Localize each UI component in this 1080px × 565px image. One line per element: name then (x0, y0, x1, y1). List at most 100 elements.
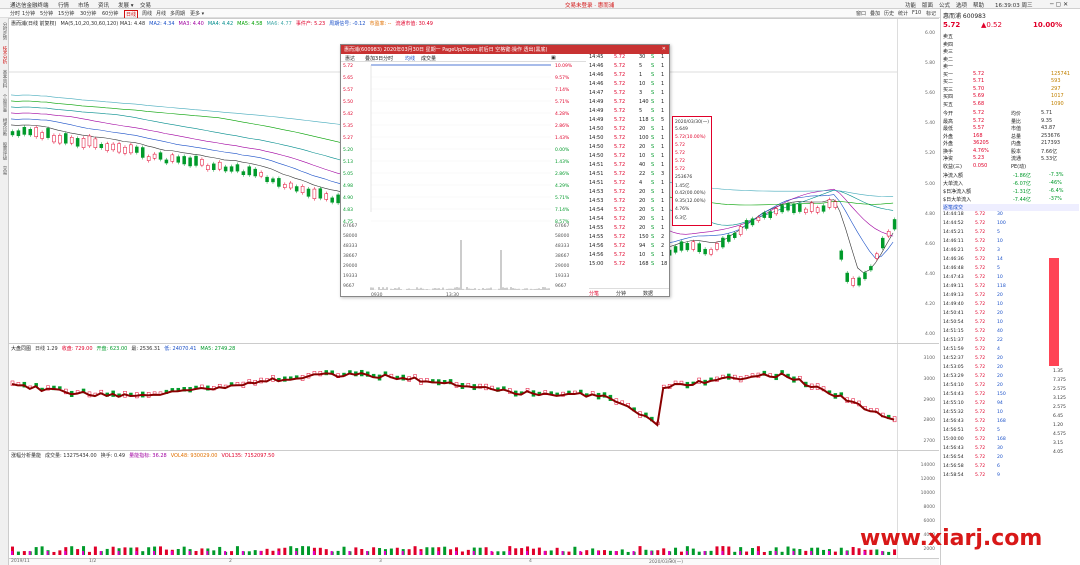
volume-bar (709, 550, 713, 555)
popup-pct-tick: 4.28% (555, 111, 570, 117)
popup-tab-stock[interactable]: 惠达 (345, 55, 355, 62)
tab-rating[interactable]: 股票评级 (1, 142, 7, 160)
menu-news[interactable]: 资讯 (98, 1, 109, 9)
volume-bar (58, 550, 62, 555)
menu-quotes[interactable]: 行情 (58, 1, 69, 9)
candle (129, 144, 133, 154)
info-line: 0.42(00.00%) (675, 191, 706, 196)
candle (792, 204, 796, 214)
popup-price-tick: 5.05 (343, 171, 353, 177)
volume-panel[interactable]: 涨幅分析量能 成交量: 13275434.00 换手: 0.49 量能指标: 36.2… (9, 450, 939, 558)
candle (212, 163, 216, 171)
popup-price-tick: 5.35 (343, 123, 353, 129)
volume-bar (585, 550, 589, 555)
tab-technical[interactable]: 技术分析 (1, 46, 7, 64)
intraday-popup[interactable]: 惠而浦(600983) 2020年03月30日 星期一 PageUp/Down:… (340, 44, 670, 298)
turnover-bar (82, 551, 85, 555)
tick-row: 14:51 5.72 40 S 1 (589, 162, 669, 170)
tool-stats[interactable]: 统计 (898, 10, 908, 17)
bottom-tab[interactable]: 数据 (643, 290, 653, 297)
period-intraday[interactable]: 分时 (10, 10, 20, 17)
period-monthly[interactable]: 月线 (156, 10, 166, 17)
window-controls-icon[interactable]: ─ ▢ ✕ (1050, 1, 1068, 8)
period-30min[interactable]: 30分钟 (80, 10, 96, 17)
tick-cell: 14:51 (589, 180, 604, 186)
tab-trade[interactable]: 交易 (1, 166, 7, 175)
volume-bar (822, 549, 826, 555)
tick-cell: 1 (661, 225, 665, 231)
tool-history[interactable]: 历史 (884, 10, 894, 17)
volume-bar (342, 546, 346, 555)
tick-cell: 14:55 (589, 225, 604, 231)
settings-icon[interactable]: ▣ (551, 55, 556, 61)
candle (330, 197, 334, 203)
menu-trade[interactable]: 交易 (140, 1, 151, 9)
tick-cell: 4 (639, 180, 643, 186)
tool-window[interactable]: 窗口 (856, 10, 866, 17)
tab-capital[interactable]: 个股资金 (1, 94, 7, 112)
volume-bar (123, 547, 127, 555)
menu-help[interactable]: 帮助 (973, 1, 984, 9)
menu-center-status: 交易未登录 · 惠而浦 (565, 3, 615, 9)
index-chart[interactable] (9, 352, 897, 451)
side-number: 1.35 (1053, 369, 1064, 374)
tab-diagnosis[interactable]: 相关诊断 (1, 118, 7, 136)
candle (28, 129, 33, 136)
volume-bar (389, 548, 393, 555)
period-5min[interactable]: 5分钟 (40, 10, 53, 17)
turnover-bar (28, 551, 31, 555)
buy-strength-bar (1049, 258, 1059, 366)
volume-bar (147, 547, 151, 555)
volume-bar (537, 547, 541, 555)
period-1min[interactable]: 1分钟 (22, 10, 35, 17)
volume-bar (354, 547, 358, 555)
tab-intraday[interactable]: 分时走势 (1, 22, 7, 40)
tick-cell: S (651, 117, 655, 123)
candle (821, 205, 826, 212)
popup-pct-tick: 1.43% (555, 135, 570, 141)
volume-chart[interactable] (9, 459, 897, 559)
menu-layout[interactable]: 版面 (922, 1, 933, 9)
tick-cell: 1 (661, 207, 665, 213)
close-icon[interactable]: ✕ (662, 46, 666, 52)
info-line: 5.72 (675, 159, 686, 164)
tab-fundamentals[interactable]: 基本资料 (1, 70, 7, 88)
tool-f10[interactable]: F10 (912, 10, 921, 16)
popup-tab-overlay3[interactable]: 叠加3日分时 (365, 55, 393, 62)
popup-tab-volume[interactable]: 成交量 (421, 55, 436, 62)
volume-bar (164, 549, 168, 555)
turnover-bar (614, 551, 617, 555)
period-weekly[interactable]: 周线 (142, 10, 152, 17)
tick-vol: 22 (997, 338, 1003, 343)
menu-function[interactable]: 功能 (905, 1, 916, 9)
volume-bar (484, 547, 488, 555)
candle (306, 188, 311, 197)
candle (744, 220, 749, 229)
volume-bar (851, 546, 855, 555)
candle (93, 138, 98, 148)
bottom-tab[interactable]: 分笔 (589, 290, 599, 297)
flow-pct: -37% (1049, 196, 1062, 202)
menu-options[interactable]: 选项 (956, 1, 967, 9)
volume-bar (478, 547, 482, 555)
candle (709, 249, 713, 255)
tick-cell: 5.72 (614, 117, 626, 123)
tool-overlay[interactable]: 叠加 (870, 10, 880, 17)
bottom-tab[interactable]: 分钟 (616, 290, 626, 297)
period-more[interactable]: 更多 ▾ (190, 10, 204, 17)
bid-volume: 125741 (1051, 70, 1071, 77)
period-multi[interactable]: 多周期 (170, 10, 185, 17)
index-ma-band (11, 372, 895, 427)
menu-market[interactable]: 市场 (78, 1, 89, 9)
popup-tab-ma[interactable]: 均线 (405, 55, 415, 62)
period-60min[interactable]: 60分钟 (102, 10, 118, 17)
popup-chart[interactable]: 5.72 10.09% 5.65 9.57% 5.57 7.14% 5.50 5.71% 5.4… (341, 62, 587, 298)
candle (75, 138, 80, 147)
index-panel[interactable]: 大盘同图 日线 1.29 收盘: 729.00 开盘: 623.00 最: 2536.3… (9, 343, 939, 450)
tool-mark[interactable]: 标记 (926, 10, 936, 17)
menu-formula[interactable]: 公式 (939, 1, 950, 9)
period-15min[interactable]: 15分钟 (58, 10, 74, 17)
volume-bar (395, 547, 399, 555)
tick-cell: 5.72 (614, 207, 626, 213)
menu-develop[interactable]: 发展 ▾ (118, 1, 134, 9)
